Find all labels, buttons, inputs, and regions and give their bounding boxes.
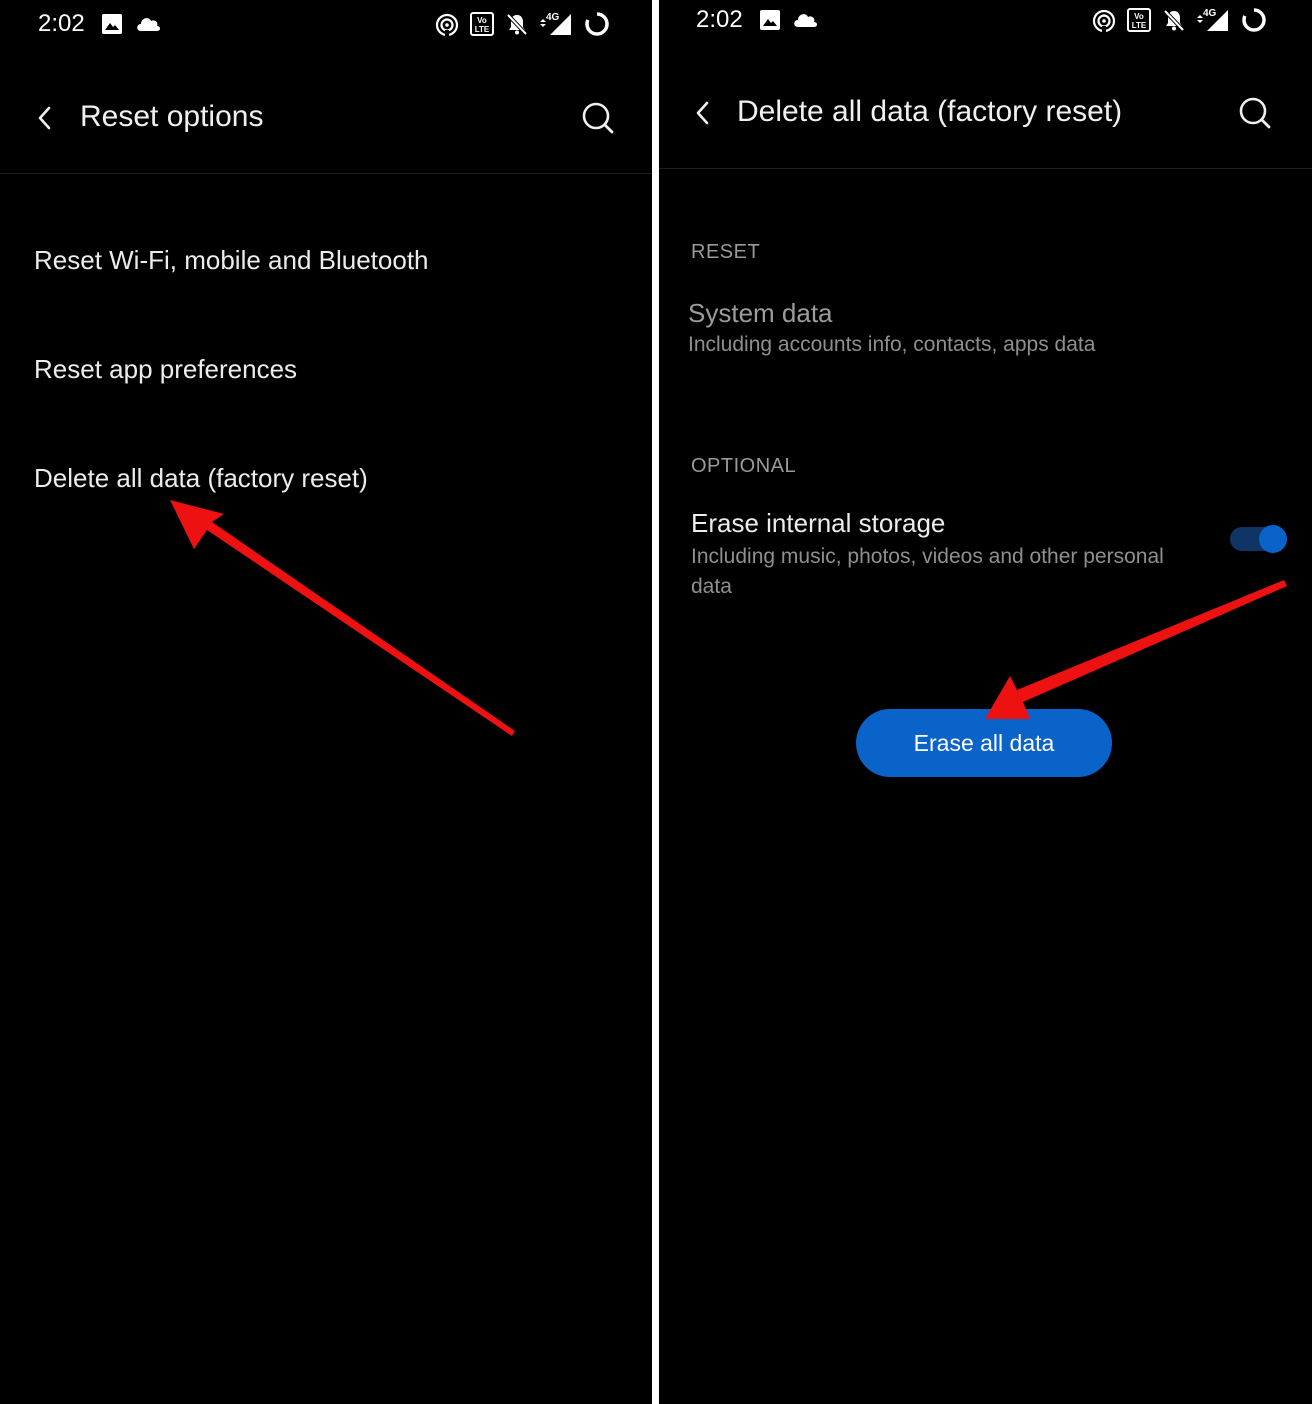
right-screen: 2:02 Vo LTE 4G Delete all data (factory … [659, 0, 1312, 1404]
hotspot-icon [435, 13, 459, 38]
erase-storage-title[interactable]: Erase internal storage [691, 508, 945, 539]
erase-all-data-button[interactable]: Erase all data [856, 709, 1112, 777]
volte-icon: Vo LTE [1127, 8, 1151, 32]
hotspot-icon [1092, 9, 1116, 34]
back-arrow-icon[interactable] [34, 104, 56, 132]
battery-ring-icon [585, 12, 609, 36]
system-data-title: System data [688, 298, 833, 328]
bell-off-icon [1163, 9, 1185, 32]
svg-text:LTE: LTE [475, 25, 490, 34]
search-icon[interactable] [579, 99, 617, 137]
factory-reset-item[interactable]: Delete all data (factory reset) [34, 463, 368, 494]
battery-ring-icon [1242, 8, 1266, 32]
signal-4g-icon: 4G [1197, 8, 1228, 31]
svg-text:Vo: Vo [477, 16, 487, 25]
svg-text:4G: 4G [1203, 8, 1217, 19]
status-time: 2:02 [38, 10, 85, 37]
toggle-thumb [1259, 525, 1287, 553]
svg-text:LTE: LTE [1132, 21, 1147, 30]
bell-off-icon [506, 13, 528, 36]
signal-4g-icon: 4G [540, 12, 571, 35]
reset-network-item[interactable]: Reset Wi-Fi, mobile and Bluetooth [34, 245, 429, 276]
section-header-reset: RESET [691, 241, 761, 263]
status-bar: 2:02 Vo LTE 4G [0, 0, 652, 50]
image-icon [102, 14, 122, 34]
back-arrow-icon[interactable] [692, 99, 714, 127]
image-icon [760, 10, 780, 30]
status-time: 2:02 [696, 6, 743, 33]
appbar-divider [659, 168, 1312, 169]
svg-text:Vo: Vo [1134, 12, 1144, 21]
screen-divider [652, 0, 659, 1404]
cloud-icon [794, 14, 817, 27]
appbar-divider [0, 173, 652, 174]
cloud-icon [137, 18, 160, 31]
erase-storage-summary: Including music, photos, videos and othe… [691, 545, 1164, 598]
reset-app-preferences-item[interactable]: Reset app preferences [34, 354, 297, 385]
page-title: Reset options [80, 100, 264, 133]
erase-storage-toggle[interactable] [1228, 524, 1288, 554]
left-screen: 2:02 Vo LTE 4G Reset options Reset Wi-Fi… [0, 0, 652, 1404]
page-title: Delete all data (factory reset) [737, 95, 1123, 128]
svg-text:4G: 4G [546, 12, 560, 23]
volte-icon: Vo LTE [470, 12, 494, 36]
system-data-summary: Including accounts info, contacts, apps … [688, 333, 1096, 356]
status-bar: 2:02 Vo LTE 4G [659, 0, 1312, 50]
search-icon[interactable] [1236, 94, 1274, 132]
section-header-optional: OPTIONAL [691, 455, 797, 477]
